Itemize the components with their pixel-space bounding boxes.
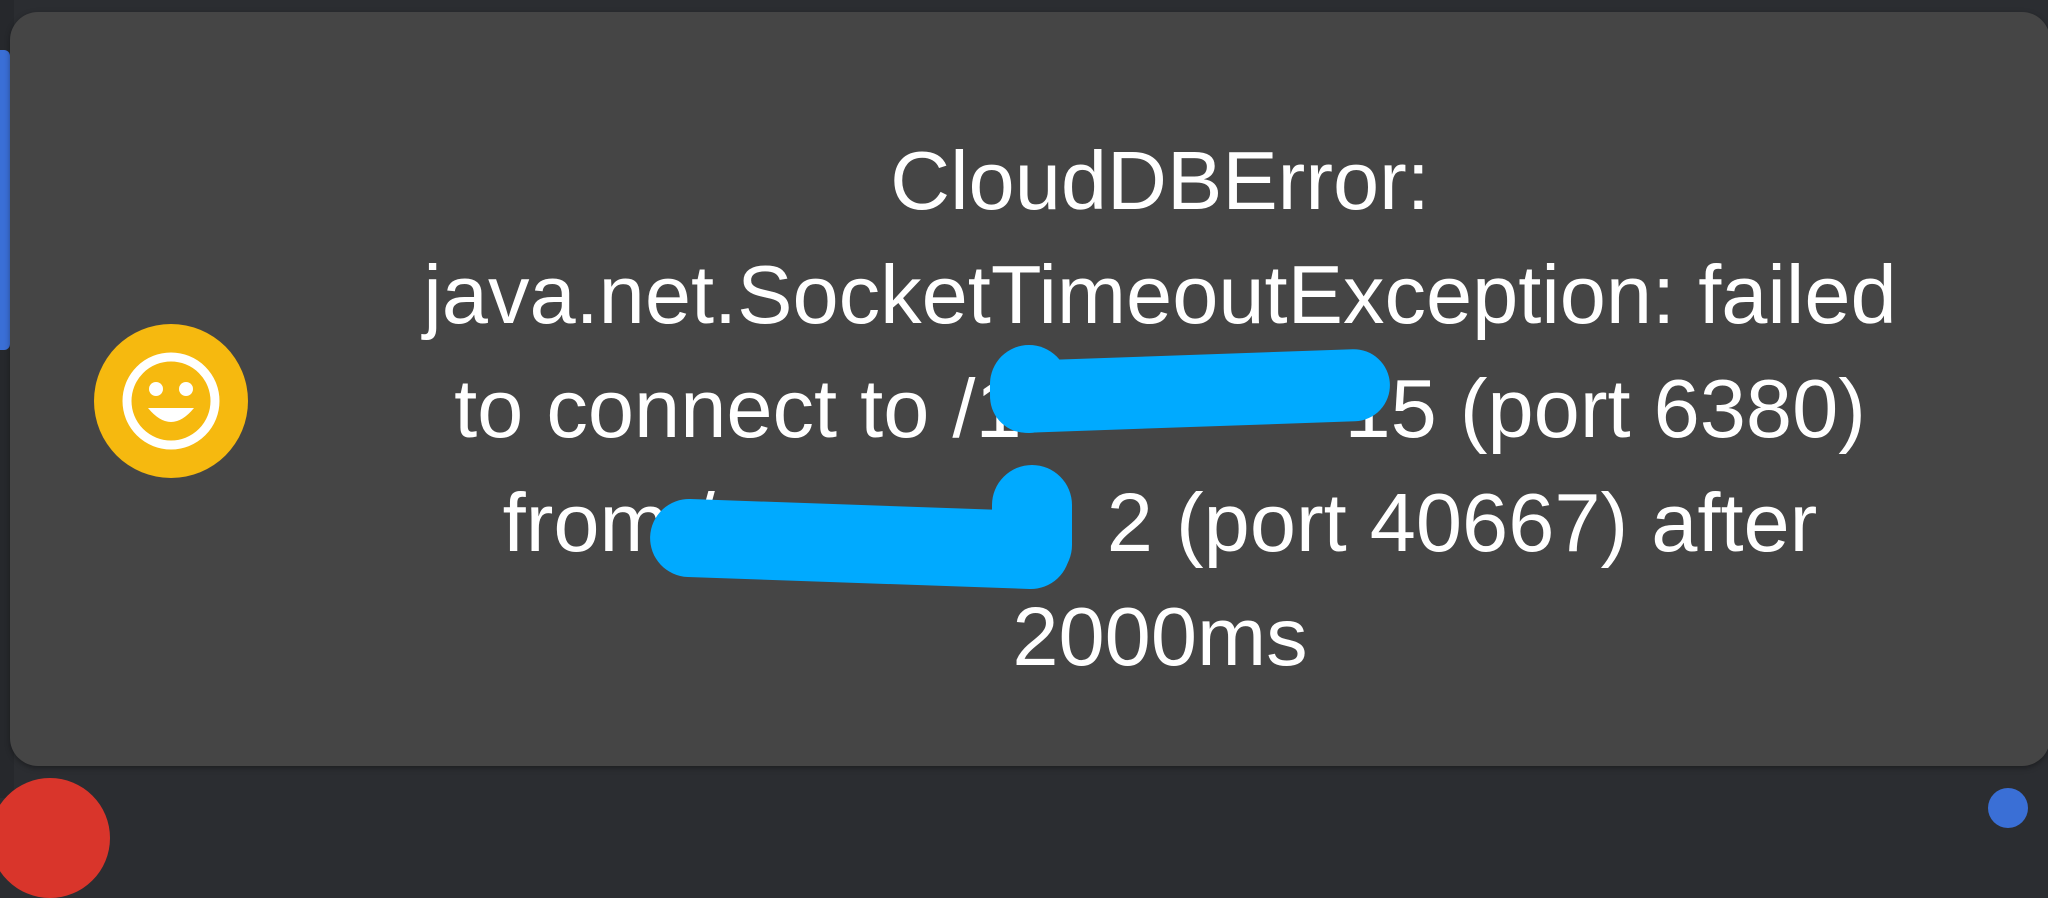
background-app-strip — [0, 50, 10, 350]
background-red-app-icon — [0, 778, 110, 898]
background-blue-app-icon — [1988, 788, 2028, 828]
message-line: from / 2 (port 40667) after — [502, 476, 1818, 569]
message-line: 2000ms — [1012, 590, 1308, 683]
redaction-scribble — [648, 497, 1072, 591]
message-line: java.net.SocketTimeoutException: failed — [423, 248, 1897, 341]
smiley-face-icon — [94, 324, 248, 478]
message-line: CloudDBError: — [890, 134, 1430, 227]
redaction-scribble — [988, 348, 1392, 434]
